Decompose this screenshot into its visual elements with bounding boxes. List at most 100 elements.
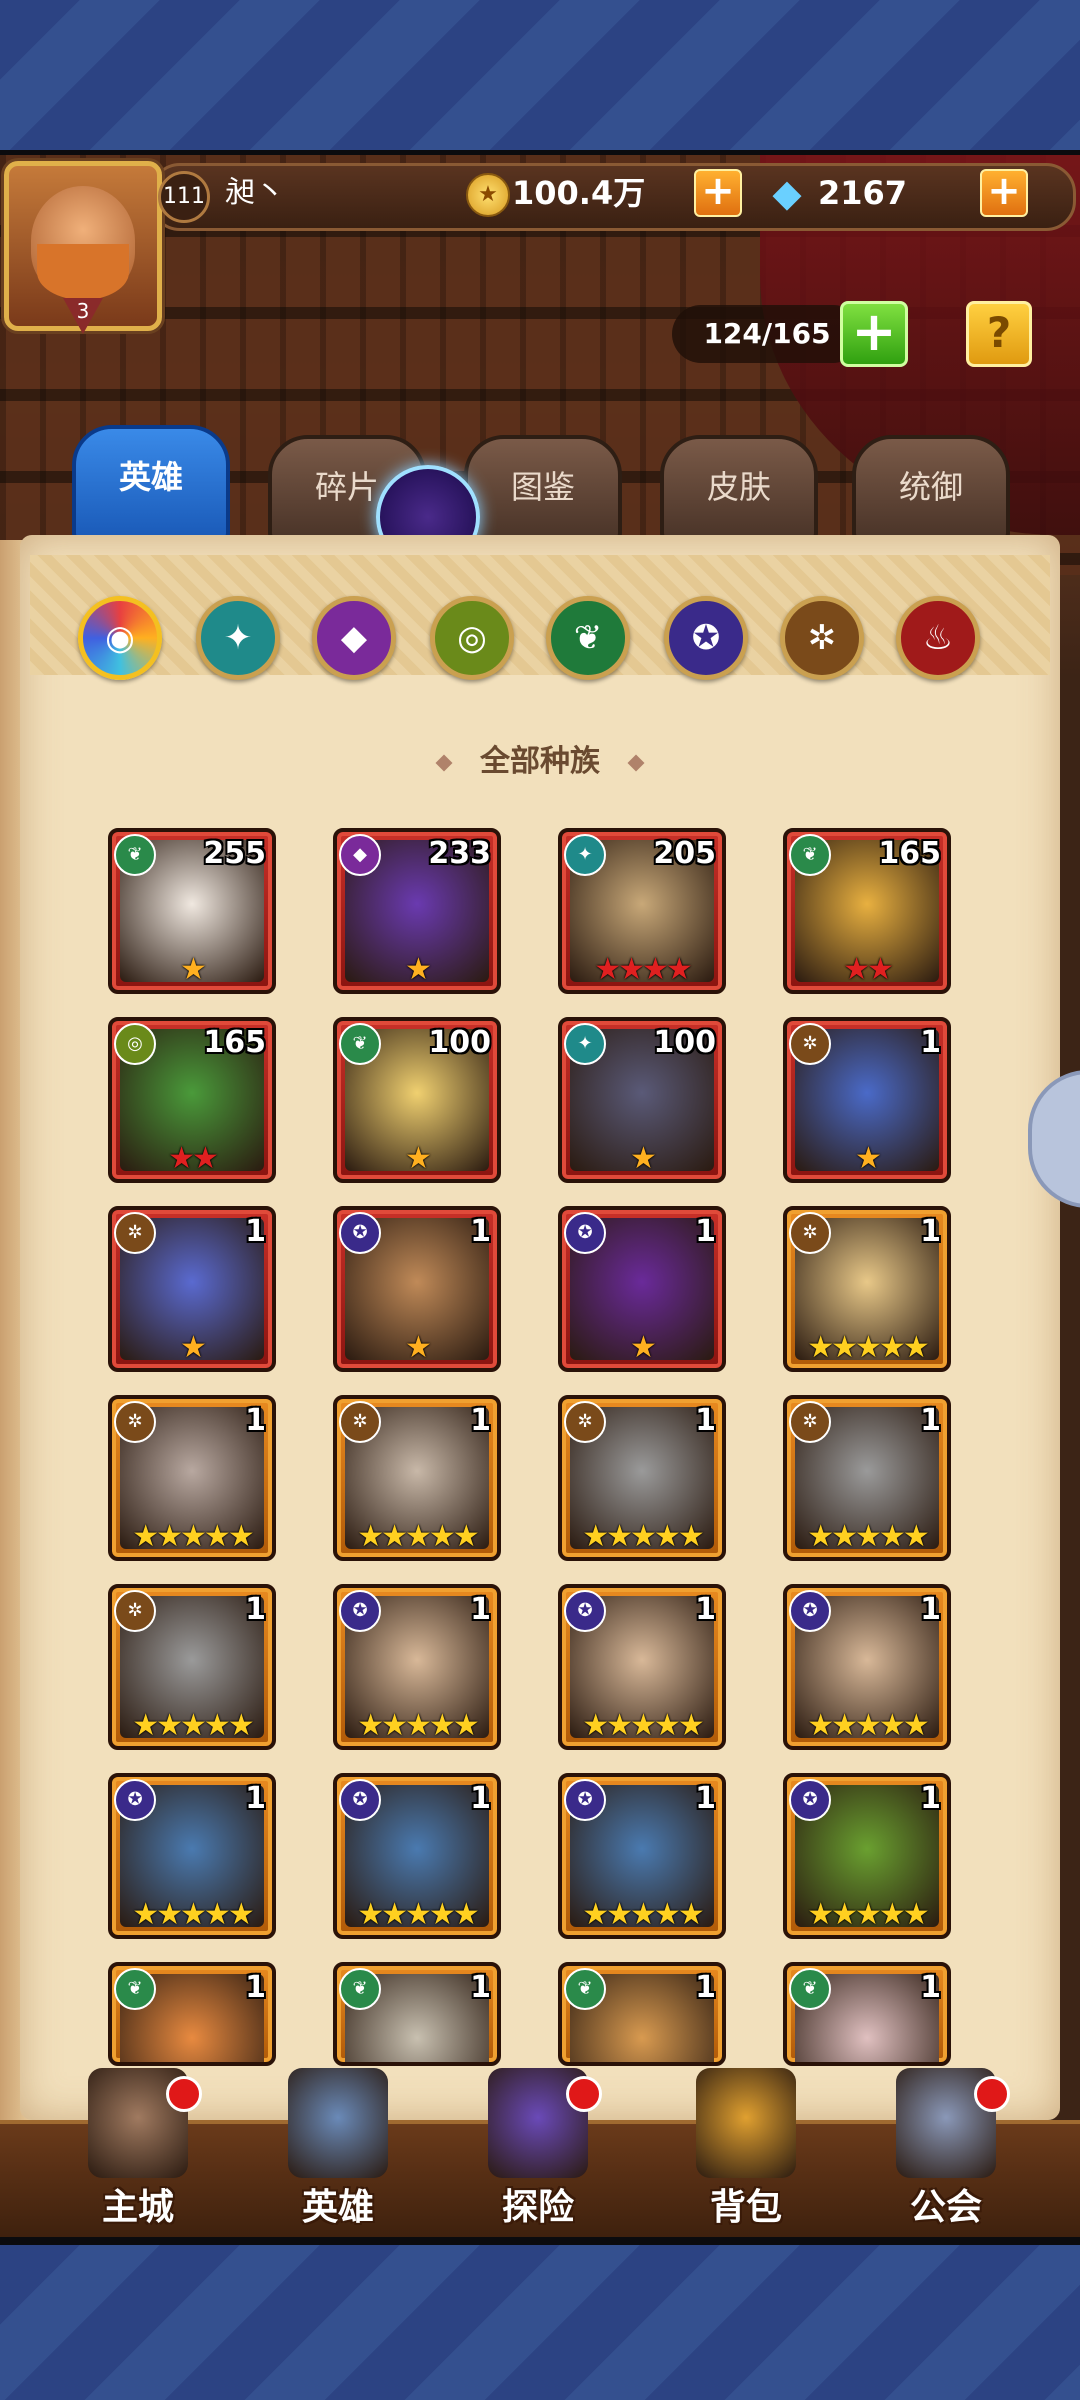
- hero-stars: ★: [180, 952, 207, 987]
- hero-card[interactable]: ❦ 1: [333, 1962, 501, 2066]
- hero-stars: ★★★★★: [807, 1897, 929, 1932]
- hero-card[interactable]: ✪ 1 ★: [558, 1206, 726, 1372]
- hero-card[interactable]: ✪ 1 ★★★★★: [333, 1773, 501, 1939]
- race-badge-icon: ✪: [789, 1779, 831, 1821]
- diamond-icon: ◆: [772, 171, 802, 215]
- nav-main-city-button[interactable]: 主城: [58, 2068, 218, 2238]
- hero-card[interactable]: ❦ 165 ★★: [783, 828, 951, 994]
- hero-stars: ★: [630, 1330, 657, 1365]
- bottom-frame-line: [0, 2237, 1080, 2245]
- tab-skins[interactable]: 皮肤: [660, 435, 818, 543]
- race-filter-fire[interactable]: ♨: [896, 596, 980, 680]
- hero-card[interactable]: ✪ 1 ★★★★★: [558, 1584, 726, 1750]
- hero-stars: ★★★★★: [132, 1708, 254, 1743]
- hero-count: 1: [920, 1781, 941, 1816]
- race-badge-icon: ✪: [339, 1212, 381, 1254]
- race-filter-all[interactable]: ◉: [78, 596, 162, 680]
- race-badge-icon: ✪: [339, 1779, 381, 1821]
- race-badge-icon: ❦: [339, 1023, 381, 1065]
- race-badge-icon: ✲: [339, 1401, 381, 1443]
- notification-dot: [974, 2076, 1010, 2112]
- backpack-icon: [696, 2068, 796, 2178]
- race-badge-icon: ✪: [114, 1779, 156, 1821]
- hero-card[interactable]: ◆ 233 ★: [333, 828, 501, 994]
- hero-count: 1: [470, 1403, 491, 1438]
- race-badge-icon: ✦: [564, 1023, 606, 1065]
- hero-card[interactable]: ❦ 1: [783, 1962, 951, 2066]
- hero-card[interactable]: ❦ 1: [558, 1962, 726, 2066]
- expand-capacity-button[interactable]: +: [840, 301, 908, 367]
- race-badge-icon: ❦: [114, 1968, 156, 2010]
- race-badge-icon: ✲: [789, 1023, 831, 1065]
- hero-stars: ★★★★: [594, 952, 693, 987]
- race-filter-dark[interactable]: ✪: [664, 596, 748, 680]
- hero-stars: ★★★★★: [132, 1897, 254, 1932]
- race-filter-forest[interactable]: ✦: [196, 596, 280, 680]
- hero-card[interactable]: ✲ 1 ★: [108, 1206, 276, 1372]
- tab-command[interactable]: 统御: [852, 435, 1010, 543]
- hero-card[interactable]: ❦ 1: [108, 1962, 276, 2066]
- avatar-level-badge: 3: [63, 298, 103, 334]
- hero-card[interactable]: ✪ 1 ★★★★★: [558, 1773, 726, 1939]
- nav-label: 背包: [709, 2187, 782, 2228]
- hero-card[interactable]: ✲ 1 ★: [783, 1017, 951, 1183]
- hero-card[interactable]: ✪ 1 ★★★★★: [783, 1773, 951, 1939]
- nav-guild-button[interactable]: 公会: [866, 2068, 1026, 2238]
- hero-stars: ★: [630, 1141, 657, 1176]
- hero-card[interactable]: ✲ 1 ★★★★★: [783, 1395, 951, 1561]
- title-ornament-right: [627, 754, 645, 771]
- hero-card[interactable]: ✲ 1 ★★★★★: [558, 1395, 726, 1561]
- section-title-text: 全部种族: [480, 744, 600, 779]
- race-badge-icon: ❦: [564, 1968, 606, 2010]
- bottom-border-pattern: [0, 2245, 1080, 2400]
- race-filter-abyss[interactable]: ❦: [546, 596, 630, 680]
- hero-card[interactable]: ✲ 1 ★★★★★: [333, 1395, 501, 1561]
- nav-heroes-button[interactable]: 英雄: [258, 2068, 418, 2238]
- hero-count: 1: [920, 1025, 941, 1060]
- hero-count: 165: [203, 1025, 266, 1060]
- hero-card[interactable]: ✪ 1 ★★★★★: [783, 1584, 951, 1750]
- hero-stars: ★★★★★: [807, 1330, 929, 1365]
- top-border-pattern: [0, 0, 1080, 150]
- gold-amount: 100.4万: [512, 174, 646, 212]
- nav-backpack-button[interactable]: 背包: [666, 2068, 826, 2238]
- hero-count: 1: [245, 1214, 266, 1249]
- help-button[interactable]: ?: [966, 301, 1032, 367]
- race-badge-icon: ✲: [789, 1212, 831, 1254]
- hero-card[interactable]: ◎ 165 ★★: [108, 1017, 276, 1183]
- player-avatar[interactable]: 3: [4, 161, 162, 334]
- add-gold-button[interactable]: +: [694, 169, 742, 217]
- hero-count: 165: [878, 836, 941, 871]
- hero-stars: ★★★★★: [807, 1708, 929, 1743]
- hero-card[interactable]: ✦ 205 ★★★★: [558, 828, 726, 994]
- hero-stars: ★: [180, 1330, 207, 1365]
- race-badge-icon: ✲: [789, 1401, 831, 1443]
- race-badge-icon: ◆: [339, 834, 381, 876]
- race-filter-shadow[interactable]: ◆: [312, 596, 396, 680]
- player-name: 昶丶: [225, 175, 285, 210]
- hero-count: 1: [245, 1970, 266, 2005]
- hero-stars: ★: [855, 1141, 882, 1176]
- hero-card[interactable]: ✪ 1 ★★★★★: [333, 1584, 501, 1750]
- race-badge-icon: ❦: [114, 834, 156, 876]
- hero-capacity: 124/165: [672, 305, 862, 363]
- add-diamond-button[interactable]: +: [980, 169, 1028, 217]
- race-badge-icon: ✪: [564, 1590, 606, 1632]
- hero-card[interactable]: ✪ 1 ★★★★★: [108, 1773, 276, 1939]
- hero-stars: ★★: [843, 952, 894, 987]
- hero-card[interactable]: ❦ 255 ★: [108, 828, 276, 994]
- hero-card[interactable]: ✲ 1 ★★★★★: [783, 1206, 951, 1372]
- race-badge-icon: ❦: [789, 1968, 831, 2010]
- hero-count: 1: [920, 1214, 941, 1249]
- hero-card[interactable]: ✪ 1 ★: [333, 1206, 501, 1372]
- tab-heroes[interactable]: 英雄: [72, 425, 230, 543]
- hero-card[interactable]: ✲ 1 ★★★★★: [108, 1395, 276, 1561]
- nav-explore-button[interactable]: 探险: [458, 2068, 618, 2238]
- hero-card[interactable]: ❦ 100 ★: [333, 1017, 501, 1183]
- race-filter-fortress[interactable]: ◎: [430, 596, 514, 680]
- race-filter-light[interactable]: ✲: [780, 596, 864, 680]
- hero-card[interactable]: ✦ 100 ★: [558, 1017, 726, 1183]
- tab-codex[interactable]: 图鉴: [464, 435, 622, 543]
- hero-stars: ★: [405, 1141, 432, 1176]
- hero-card[interactable]: ✲ 1 ★★★★★: [108, 1584, 276, 1750]
